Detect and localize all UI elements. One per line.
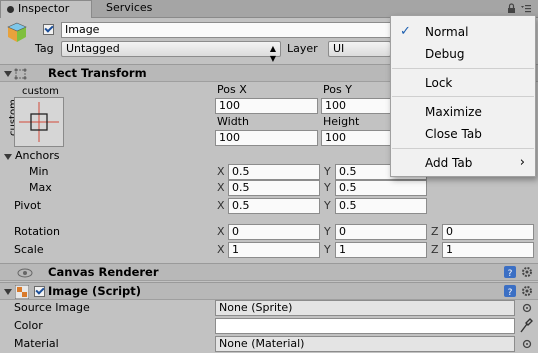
- pos-x-field[interactable]: 100: [215, 98, 318, 114]
- pivot-x-axis: X: [217, 199, 225, 212]
- anchor-min-x-axis: X: [217, 165, 225, 178]
- menu-item-add-tab[interactable]: Add Tab ›: [391, 153, 535, 173]
- anchor-presets-button[interactable]: [14, 97, 64, 147]
- height-field[interactable]: 100: [321, 130, 391, 146]
- help-icon[interactable]: ?: [504, 266, 516, 278]
- canvas-renderer-header[interactable]: Canvas Renderer ?: [0, 263, 538, 281]
- menu-separator: [392, 68, 534, 69]
- anchors-label[interactable]: Anchors: [15, 149, 60, 163]
- material-field[interactable]: None (Material): [215, 336, 515, 352]
- object-picker-icon[interactable]: [521, 338, 533, 350]
- tag-label: Tag: [35, 42, 54, 55]
- checkmark-icon: ✓: [400, 24, 411, 39]
- rotation-x-field[interactable]: 0: [228, 224, 320, 240]
- menu-item-debug[interactable]: Debug: [391, 44, 535, 64]
- rect-transform-icon: [14, 68, 27, 80]
- scale-x-axis: X: [217, 243, 225, 256]
- scale-label: Scale: [14, 243, 44, 256]
- svg-text:?: ?: [508, 288, 513, 297]
- rotation-label: Rotation: [14, 225, 61, 238]
- dropdown-arrow-icon: ▲ ▼: [269, 44, 276, 63]
- scale-y-field[interactable]: 1: [335, 242, 427, 258]
- anchor-min-x-field[interactable]: 0.5: [228, 164, 320, 180]
- height-label: Height: [323, 115, 360, 128]
- rotation-y-axis: Y: [324, 225, 331, 238]
- scale-x-field[interactable]: 1: [228, 242, 320, 258]
- gear-icon[interactable]: [521, 285, 533, 297]
- scale-z-axis: Z: [431, 243, 439, 256]
- gameobject-cube-icon: [7, 22, 27, 42]
- rotation-z-axis: Z: [431, 225, 439, 238]
- image-component-icon: [15, 285, 29, 299]
- pos-y-field[interactable]: 100: [321, 98, 391, 114]
- collapse-triangle-icon[interactable]: [4, 71, 12, 77]
- rect-transform-title: Rect Transform: [48, 66, 147, 80]
- lock-icon[interactable]: [507, 3, 516, 14]
- pos-x-label: Pos X: [217, 83, 247, 96]
- image-script-title: Image (Script): [48, 284, 142, 298]
- anchor-min-label: Min: [29, 165, 49, 178]
- width-field[interactable]: 100: [215, 130, 318, 146]
- svg-text:?: ?: [508, 269, 513, 278]
- rotation-x-axis: X: [217, 225, 225, 238]
- menu-separator: [392, 96, 534, 97]
- image-enabled-toggle[interactable]: [34, 286, 45, 297]
- color-swatch[interactable]: [215, 318, 515, 334]
- menu-item-normal[interactable]: ✓ Normal: [391, 22, 535, 42]
- source-image-label: Source Image: [14, 301, 90, 314]
- active-toggle[interactable]: [43, 24, 54, 35]
- anchor-min-y-axis: Y: [324, 165, 331, 178]
- tab-services[interactable]: Services: [100, 0, 158, 17]
- eyedropper-icon[interactable]: [519, 318, 533, 334]
- tab-inspector[interactable]: Inspector: [0, 0, 92, 18]
- menu-icon[interactable]: [520, 3, 532, 14]
- object-picker-icon[interactable]: [521, 302, 533, 314]
- layer-dropdown[interactable]: UI: [328, 41, 391, 57]
- color-label: Color: [14, 319, 43, 332]
- source-image-field[interactable]: None (Sprite): [215, 300, 515, 316]
- anchor-max-x-axis: X: [217, 181, 225, 194]
- menu-item-close-tab[interactable]: Close Tab: [391, 124, 535, 144]
- anchor-max-y-field[interactable]: 0.5: [335, 180, 427, 196]
- anchor-max-label: Max: [29, 181, 52, 194]
- pivot-label: Pivot: [14, 199, 42, 212]
- scale-y-axis: Y: [324, 243, 331, 256]
- pivot-x-field[interactable]: 0.5: [228, 198, 320, 214]
- window-controls: [507, 3, 532, 14]
- menu-item-maximize[interactable]: Maximize: [391, 102, 535, 122]
- width-label: Width: [217, 115, 249, 128]
- material-label: Material: [14, 337, 59, 350]
- layer-label: Layer: [287, 42, 318, 55]
- anchor-preset-icon: [19, 102, 59, 142]
- pos-y-label: Pos Y: [323, 83, 352, 96]
- anchors-foldout-icon[interactable]: [4, 154, 12, 160]
- gear-icon[interactable]: [521, 266, 533, 278]
- image-script-header[interactable]: Image (Script) ?: [0, 282, 538, 300]
- menu-separator: [392, 148, 534, 149]
- scale-z-field[interactable]: 1: [442, 242, 534, 258]
- anchor-max-x-field[interactable]: 0.5: [228, 180, 320, 196]
- eye-icon: [17, 268, 33, 278]
- rotation-y-field[interactable]: 0: [335, 224, 427, 240]
- anchor-max-y-axis: Y: [324, 181, 331, 194]
- help-icon[interactable]: ?: [504, 285, 516, 297]
- canvas-renderer-title: Canvas Renderer: [48, 265, 159, 279]
- collapse-triangle-icon[interactable]: [4, 289, 12, 295]
- object-name-field[interactable]: Image: [61, 22, 391, 38]
- inspector-context-menu: ✓ Normal Debug Lock Maximize Close Tab A…: [390, 15, 536, 177]
- inspector-icon: [7, 6, 14, 13]
- tag-dropdown[interactable]: Untagged ▲ ▼: [61, 41, 281, 63]
- menu-item-lock[interactable]: Lock: [391, 73, 535, 93]
- pivot-y-axis: Y: [324, 199, 331, 212]
- rotation-z-field[interactable]: 0: [442, 224, 534, 240]
- pivot-y-field[interactable]: 0.5: [335, 198, 427, 214]
- submenu-arrow-icon: ›: [519, 155, 525, 170]
